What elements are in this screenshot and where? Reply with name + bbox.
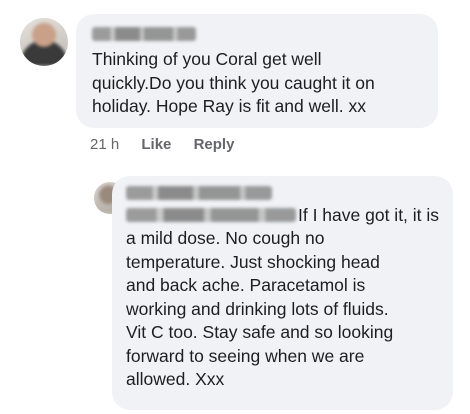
like-button[interactable]: Like bbox=[141, 136, 171, 153]
comment-bubble: If I have got it, it is a mild dose. No … bbox=[112, 176, 453, 410]
comment-text: a mild dose. No cough no temperature. Ju… bbox=[126, 228, 394, 389]
commenter-name-blurred[interactable] bbox=[92, 27, 196, 41]
avatar-image bbox=[20, 18, 68, 66]
comment-text: Thinking of you Coral get well quickly.D… bbox=[92, 49, 375, 116]
reply-button[interactable]: Reply bbox=[194, 136, 235, 153]
avatar[interactable] bbox=[20, 18, 68, 66]
commenter-name-blurred[interactable] bbox=[126, 186, 272, 200]
comment-timestamp[interactable]: 21 h bbox=[90, 136, 119, 153]
comment-meta: 21 h Like Reply bbox=[90, 136, 234, 153]
mention-blurred[interactable] bbox=[126, 208, 296, 222]
comment-text-first-line: If I have got it, it is bbox=[298, 205, 440, 225]
comment-bubble: Thinking of you Coral get well quickly.D… bbox=[76, 14, 438, 128]
